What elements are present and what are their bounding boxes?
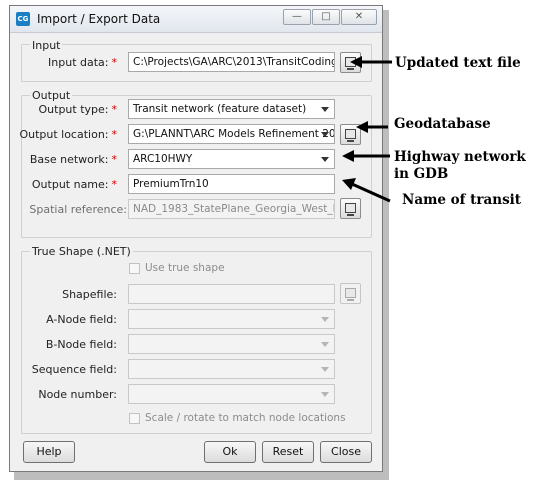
arrow-name-of-transit	[351, 182, 391, 203]
arrowhead-geodatabase	[356, 121, 368, 133]
arrowhead-highway-network	[342, 150, 354, 162]
note-highway-network: Highway network	[394, 149, 526, 165]
arrowhead-updated-text-file	[350, 56, 362, 68]
note-updated-text-file: Updated text file	[395, 55, 521, 71]
note-highway-network-line2: in GDB	[394, 166, 449, 182]
note-geodatabase: Geodatabase	[394, 116, 491, 132]
callout-arrows	[342, 56, 392, 203]
note-name-of-transit: Name of transit	[402, 192, 522, 208]
